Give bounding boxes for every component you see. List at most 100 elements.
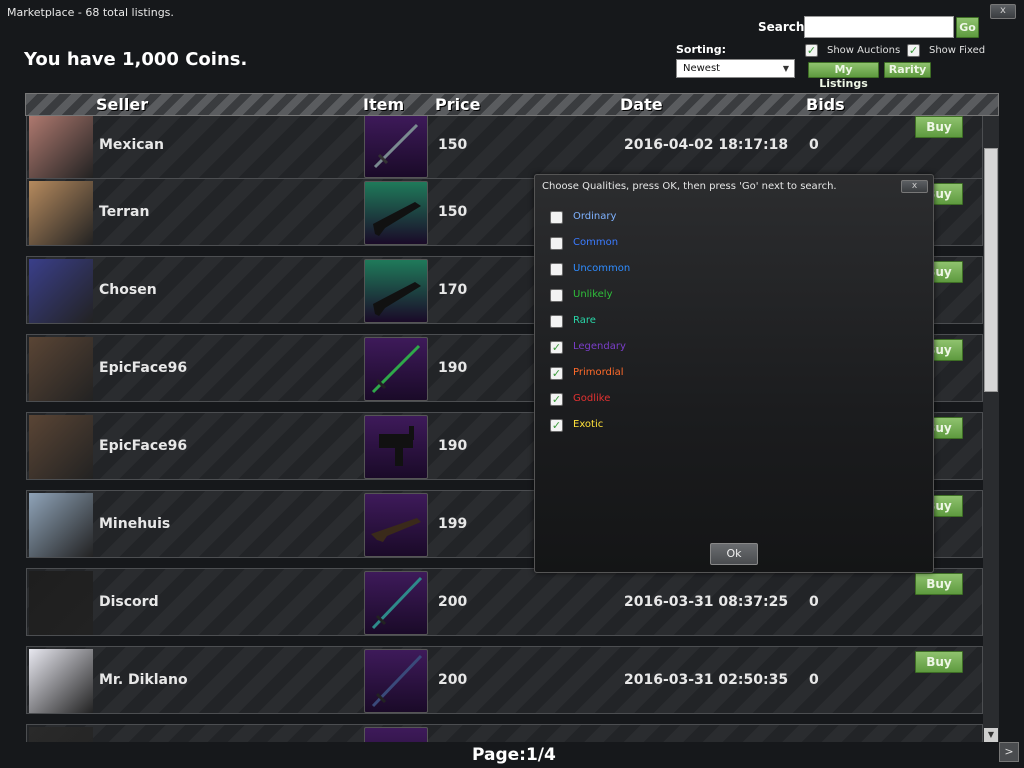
column-header-seller: Seller <box>96 95 149 114</box>
quality-dialog: Choose Qualities, press OK, then press '… <box>534 174 934 573</box>
listing-price: 200 <box>438 594 468 610</box>
rifle-icon <box>371 518 421 542</box>
listing-price: 170 <box>438 282 468 298</box>
seller-avatar <box>29 649 93 713</box>
sorting-selected-value: Newest <box>683 63 721 74</box>
seller-name: EpicFace96 <box>99 360 188 376</box>
listing-price: 200 <box>438 672 468 688</box>
quality-label: Exotic <box>573 419 604 430</box>
rifle-icon <box>373 282 421 316</box>
quality-checkbox[interactable]: ✓ <box>550 341 563 354</box>
item-thumbnail[interactable] <box>364 727 428 742</box>
page-indicator: Page:1/4 <box>472 745 556 765</box>
item-thumbnail[interactable] <box>364 337 428 401</box>
seller-name: Minehuis <box>99 516 171 532</box>
quality-label: Ordinary <box>573 211 617 222</box>
search-label: Search: <box>758 20 810 34</box>
listing-date: 2016-04-02 18:17:18 <box>624 137 789 153</box>
quality-label: Unlikely <box>573 289 613 300</box>
sword-icon <box>371 654 423 708</box>
listing-price: 190 <box>438 438 468 454</box>
rifle-icon <box>373 202 421 236</box>
show-auctions-checkbox[interactable]: ✓ <box>805 44 818 57</box>
quality-checkbox[interactable]: ✓ <box>550 367 563 380</box>
column-header-price: Price <box>435 95 481 114</box>
seller-name: Discord <box>99 594 159 610</box>
show-fixed-label: Show Fixed <box>929 45 986 56</box>
quality-checkbox[interactable]: ✓ <box>550 393 563 406</box>
window-title: Marketplace - 68 total listings. <box>7 6 174 19</box>
listing-bids: 0 <box>809 137 819 153</box>
chevron-down-icon: ▼ <box>782 64 789 73</box>
seller-avatar <box>29 727 93 742</box>
scroll-down-icon[interactable]: ▼ <box>984 728 998 742</box>
next-page-button[interactable]: > <box>999 742 1019 762</box>
column-header-bids: Bids <box>806 95 845 114</box>
seller-avatar <box>29 415 93 479</box>
quality-checkbox[interactable] <box>550 289 563 302</box>
quality-label: Common <box>573 237 619 248</box>
item-thumbnail[interactable] <box>364 493 428 557</box>
seller-avatar <box>29 337 93 401</box>
seller-name: EpicFace96 <box>99 438 188 454</box>
seller-avatar <box>29 116 93 178</box>
sword-icon <box>373 123 419 169</box>
quality-checkbox[interactable] <box>550 237 563 250</box>
item-thumbnail[interactable] <box>364 571 428 635</box>
show-auctions-label: Show Auctions <box>827 45 901 56</box>
quality-label: Rare <box>573 315 596 326</box>
sword-icon <box>371 576 423 630</box>
scrollbar-thumb[interactable] <box>984 148 998 392</box>
seller-avatar <box>29 571 93 635</box>
item-thumbnail[interactable] <box>364 259 428 323</box>
seller-avatar <box>29 181 93 245</box>
buy-button[interactable]: Buy <box>915 651 963 673</box>
my-listings-button[interactable]: My Listings <box>808 62 879 90</box>
seller-avatar <box>29 259 93 323</box>
listing-bids: 0 <box>809 594 819 610</box>
listings-scrollbar[interactable]: ▼ <box>983 116 999 742</box>
show-fixed-checkbox[interactable]: ✓ <box>907 44 920 57</box>
ok-button[interactable]: Ok <box>710 543 758 565</box>
listing-bids: 0 <box>809 672 819 688</box>
item-thumbnail[interactable] <box>364 415 428 479</box>
seller-avatar <box>29 493 93 557</box>
item-thumbnail[interactable] <box>364 181 428 245</box>
seller-name: Mr. Diklano <box>99 672 188 688</box>
smg-icon <box>379 426 414 466</box>
item-thumbnail[interactable] <box>364 116 428 178</box>
window-close-button[interactable]: x <box>990 4 1016 19</box>
listing-date: 2016-03-31 08:37:25 <box>624 594 789 610</box>
listing-price: 150 <box>438 137 468 153</box>
seller-name: Terran <box>99 204 150 220</box>
quality-label: Primordial <box>573 367 624 378</box>
listing-row: Discord 200 2016-03-31 08:37:25 0 Buy <box>26 568 983 636</box>
coin-balance: You have 1,000 Coins. <box>24 49 248 70</box>
listing-date: 2016-03-31 02:50:35 <box>624 672 789 688</box>
quality-checkbox[interactable]: ✓ <box>550 419 563 432</box>
go-button[interactable]: Go <box>956 17 979 38</box>
listing-row: Mexican 150 2016-04-02 18:17:18 0 Buy <box>26 116 983 179</box>
buy-button[interactable]: Buy <box>915 116 963 138</box>
listing-price: 199 <box>438 516 468 532</box>
sorting-label: Sorting: <box>676 43 727 56</box>
search-input[interactable] <box>804 16 954 38</box>
buy-button[interactable]: Buy <box>915 573 963 595</box>
quality-checkbox[interactable] <box>550 315 563 328</box>
listing-row <box>26 724 983 742</box>
sword-icon <box>371 344 421 394</box>
column-header-item: Item <box>363 95 405 114</box>
quality-checkbox[interactable] <box>550 263 563 276</box>
seller-name: Chosen <box>99 282 157 298</box>
quality-label: Godlike <box>573 393 611 404</box>
rarity-button[interactable]: Rarity <box>884 62 931 78</box>
quality-dialog-title: Choose Qualities, press OK, then press '… <box>542 181 837 192</box>
sorting-select[interactable]: Newest ▼ <box>676 59 795 78</box>
item-thumbnail[interactable] <box>364 649 428 713</box>
seller-name: Mexican <box>99 137 164 153</box>
table-header: Seller Item Price Date Bids <box>25 93 999 116</box>
listing-price: 150 <box>438 204 468 220</box>
quality-checkbox[interactable] <box>550 211 563 224</box>
column-header-date: Date <box>620 95 663 114</box>
quality-dialog-close-button[interactable]: x <box>901 180 928 193</box>
